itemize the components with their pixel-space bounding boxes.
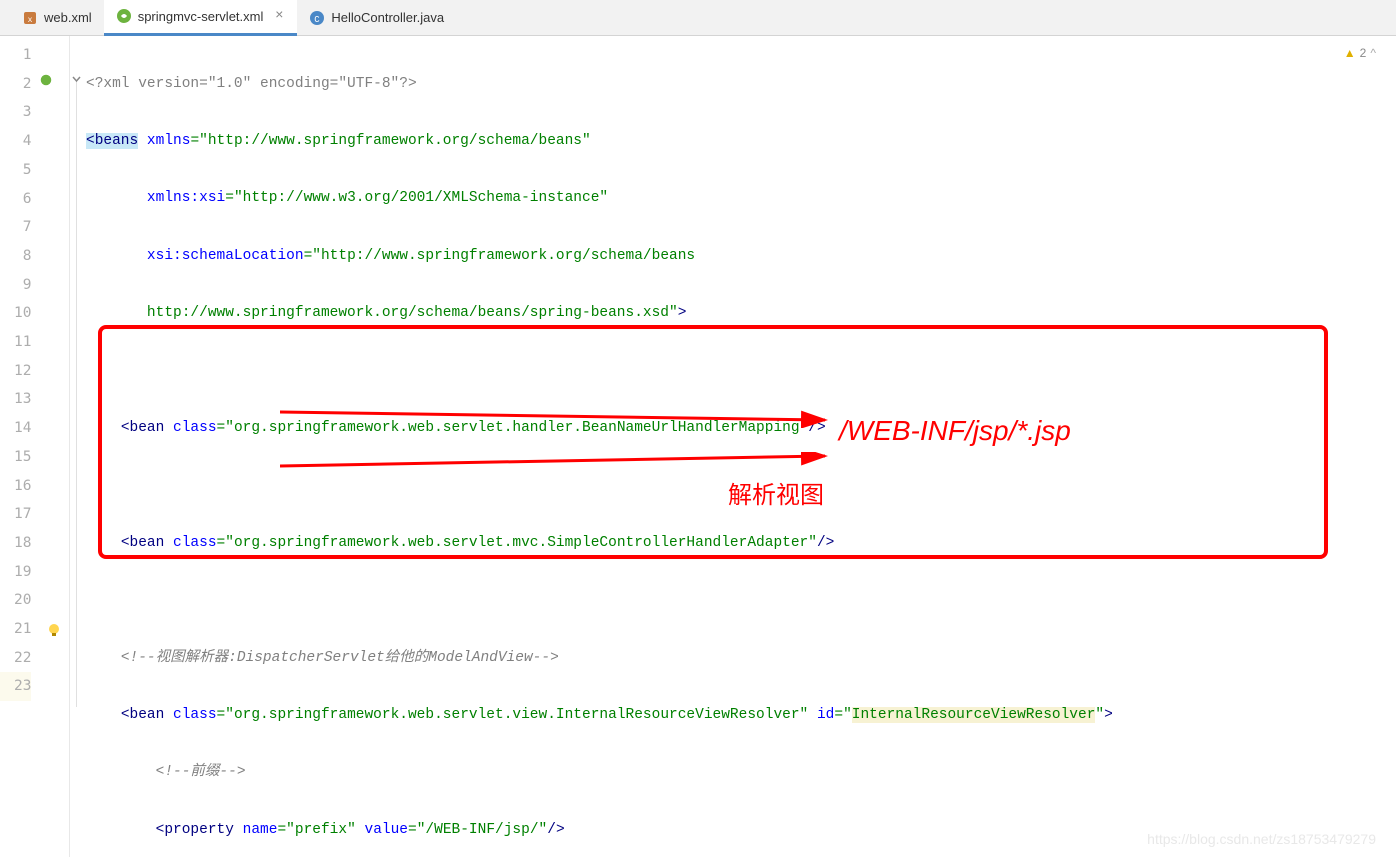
tab-label: springmvc-servlet.xml xyxy=(138,9,264,24)
code-line: xmlns:xsi="http://www.w3.org/2001/XMLSch… xyxy=(84,184,1396,213)
code-line: http://www.springframework.org/schema/be… xyxy=(84,299,1396,328)
line-number: 9 xyxy=(0,271,31,300)
line-number: 16 xyxy=(0,472,31,501)
line-number: 18 xyxy=(0,529,31,558)
line-number: 1 xyxy=(0,41,31,70)
svg-text:C: C xyxy=(315,15,321,25)
line-number: 13 xyxy=(0,385,31,414)
tab-springmvc-servlet[interactable]: springmvc-servlet.xml × xyxy=(104,0,298,36)
line-number: 22 xyxy=(0,644,31,673)
spring-icon xyxy=(116,8,132,24)
xml-icon: x xyxy=(22,10,38,26)
line-number: 12 xyxy=(0,357,31,386)
code-line xyxy=(84,586,1396,615)
code-line: <?xml version="1.0" encoding="UTF-8"?> xyxy=(84,70,1396,99)
spring-bean-gutter-icon[interactable] xyxy=(39,70,69,99)
line-number: 17 xyxy=(0,500,31,529)
line-number: 21 xyxy=(0,615,31,644)
code-line xyxy=(84,357,1396,386)
close-icon[interactable]: × xyxy=(273,10,285,22)
line-number: 14 xyxy=(0,414,31,443)
line-number: 5 xyxy=(0,156,31,185)
line-number: 6 xyxy=(0,185,31,214)
code-line: <bean class="org.springframework.web.ser… xyxy=(84,414,1396,443)
editor-tabs: x web.xml springmvc-servlet.xml × C Hell… xyxy=(0,0,1396,36)
tab-hellocontroller[interactable]: C HelloController.java xyxy=(297,0,456,36)
line-number: 4 xyxy=(0,127,31,156)
watermark-text: https://blog.csdn.net/zs18753479279 xyxy=(1147,831,1376,847)
warning-icon: ▲ xyxy=(1344,46,1356,60)
line-number: 3 xyxy=(0,98,31,127)
editor-container: 1 2 3 4 5 6 7 8 9 10 11 12 13 14 15 16 1… xyxy=(0,36,1396,857)
code-line: <beans xmlns="http://www.springframework… xyxy=(84,127,1396,156)
line-number: 20 xyxy=(0,586,31,615)
code-line: <!--视图解析器:DispatcherServlet给他的ModelAndVi… xyxy=(84,644,1396,673)
code-line: <!--前缀--> xyxy=(84,758,1396,787)
fold-guide-line xyxy=(76,81,77,707)
code-editor[interactable]: <?xml version="1.0" encoding="UTF-8"?> <… xyxy=(84,36,1396,857)
line-number: 23 xyxy=(0,672,31,701)
line-number: 19 xyxy=(0,558,31,587)
warning-count: 2 xyxy=(1360,46,1367,60)
code-line: <bean class="org.springframework.web.ser… xyxy=(84,701,1396,730)
line-number: 15 xyxy=(0,443,31,472)
line-number: 11 xyxy=(0,328,31,357)
class-icon: C xyxy=(309,10,325,26)
line-numbers[interactable]: 1 2 3 4 5 6 7 8 9 10 11 12 13 14 15 16 1… xyxy=(0,36,39,857)
gutter-icon-column xyxy=(39,36,69,857)
code-line xyxy=(84,471,1396,500)
fold-bar xyxy=(70,36,84,857)
code-line: <bean class="org.springframework.web.ser… xyxy=(84,529,1396,558)
tab-web-xml[interactable]: x web.xml xyxy=(10,0,104,36)
line-number: 10 xyxy=(0,299,31,328)
intention-bulb-icon[interactable] xyxy=(46,622,62,638)
fold-collapse-icon[interactable] xyxy=(71,74,82,85)
tab-label: web.xml xyxy=(44,10,92,25)
chevron-up-icon: ^ xyxy=(1370,46,1376,60)
tab-label: HelloController.java xyxy=(331,10,444,25)
line-number: 8 xyxy=(0,242,31,271)
code-line: xsi:schemaLocation="http://www.springfra… xyxy=(84,242,1396,271)
line-number: 2 xyxy=(0,70,31,99)
svg-text:x: x xyxy=(28,16,33,25)
gutter: 1 2 3 4 5 6 7 8 9 10 11 12 13 14 15 16 1… xyxy=(0,36,70,857)
inspection-summary[interactable]: ▲ 2 ^ xyxy=(1344,46,1376,60)
line-number: 7 xyxy=(0,213,31,242)
